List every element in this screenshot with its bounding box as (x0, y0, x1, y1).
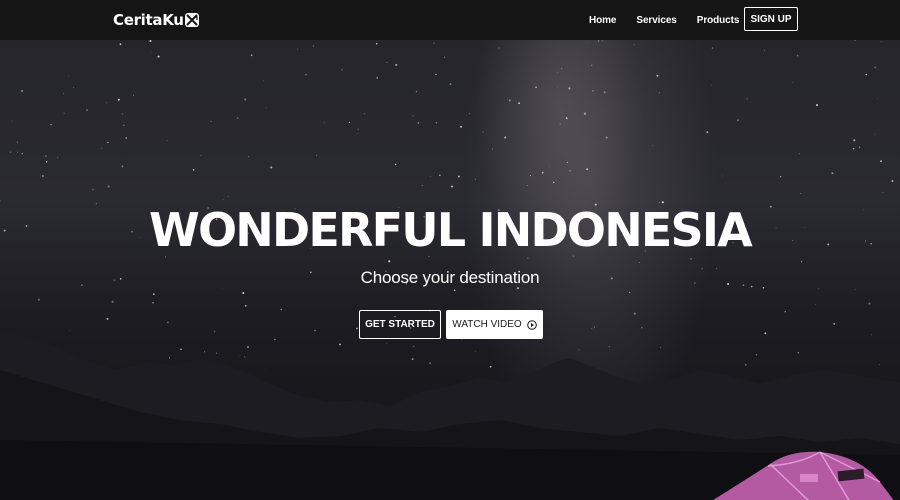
watch-video-button[interactable]: WATCH VIDEO (446, 310, 543, 339)
navbar: CeritaKu Home Services Products SIGN UP (0, 0, 900, 40)
play-circle-icon (526, 319, 537, 330)
get-started-button[interactable]: GET STARTED (359, 310, 441, 339)
nav-link-home[interactable]: Home (589, 15, 616, 26)
nav-link-services[interactable]: Services (636, 15, 676, 26)
hero-section: WONDERFUL INDONESIA Choose your destinat… (0, 40, 900, 500)
watch-video-label: WATCH VIDEO (452, 319, 522, 330)
tent-image (713, 451, 894, 500)
hero-subtitle: Choose your destination (360, 268, 540, 287)
logo-mark-icon (184, 13, 199, 27)
landing-page: CeritaKu Home Services Products SIGN UP (0, 0, 900, 500)
nav-links: Home Services Products (589, 0, 759, 40)
logo-text: CeritaKu (113, 11, 184, 29)
nav-link-products[interactable]: Products (697, 15, 740, 26)
sign-up-button[interactable]: SIGN UP (744, 7, 798, 31)
hero-title: WONDERFUL INDONESIA (149, 203, 753, 257)
logo[interactable]: CeritaKu (113, 9, 199, 31)
hero-buttons: GET STARTED WATCH VIDEO (359, 310, 543, 339)
